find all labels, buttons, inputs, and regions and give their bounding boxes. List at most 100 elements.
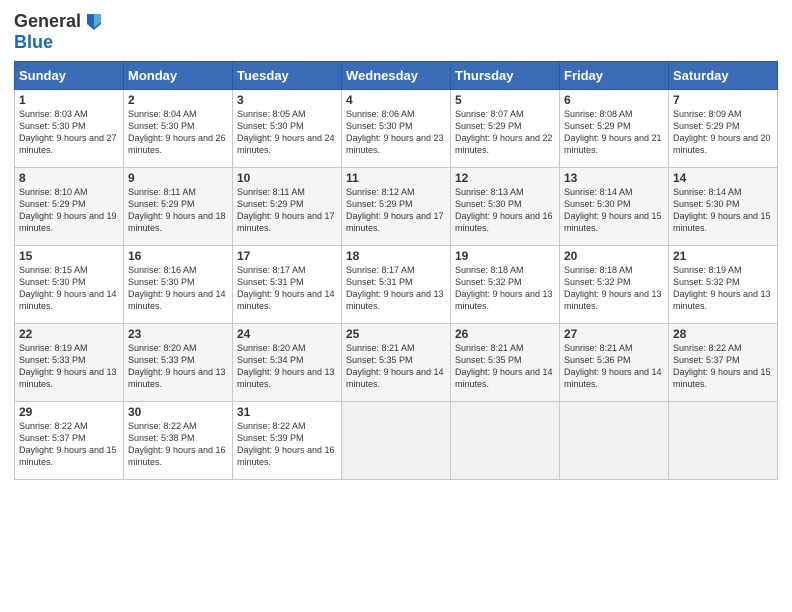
logo-general: General	[14, 11, 81, 32]
day-number: 28	[673, 327, 773, 341]
day-number: 8	[19, 171, 119, 185]
day-detail: Sunrise: 8:12 AM Sunset: 5:29 PM Dayligh…	[346, 187, 444, 233]
day-cell	[342, 402, 451, 480]
day-cell: 14 Sunrise: 8:14 AM Sunset: 5:30 PM Dayli…	[669, 168, 778, 246]
day-number: 27	[564, 327, 664, 341]
day-detail: Sunrise: 8:11 AM Sunset: 5:29 PM Dayligh…	[237, 187, 335, 233]
week-row-4: 22 Sunrise: 8:19 AM Sunset: 5:33 PM Dayli…	[15, 324, 778, 402]
calendar-table: SundayMondayTuesdayWednesdayThursdayFrid…	[14, 61, 778, 480]
day-detail: Sunrise: 8:16 AM Sunset: 5:30 PM Dayligh…	[128, 265, 226, 311]
day-number: 31	[237, 405, 337, 419]
day-detail: Sunrise: 8:13 AM Sunset: 5:30 PM Dayligh…	[455, 187, 553, 233]
day-detail: Sunrise: 8:22 AM Sunset: 5:37 PM Dayligh…	[19, 421, 117, 467]
day-number: 18	[346, 249, 446, 263]
day-cell: 27 Sunrise: 8:21 AM Sunset: 5:36 PM Dayli…	[560, 324, 669, 402]
day-number: 29	[19, 405, 119, 419]
weekday-friday: Friday	[560, 62, 669, 90]
day-detail: Sunrise: 8:19 AM Sunset: 5:32 PM Dayligh…	[673, 265, 771, 311]
day-cell: 1 Sunrise: 8:03 AM Sunset: 5:30 PM Daylig…	[15, 90, 124, 168]
day-detail: Sunrise: 8:21 AM Sunset: 5:35 PM Dayligh…	[346, 343, 444, 389]
day-detail: Sunrise: 8:21 AM Sunset: 5:36 PM Dayligh…	[564, 343, 662, 389]
day-detail: Sunrise: 8:14 AM Sunset: 5:30 PM Dayligh…	[673, 187, 771, 233]
day-detail: Sunrise: 8:04 AM Sunset: 5:30 PM Dayligh…	[128, 109, 226, 155]
day-cell: 29 Sunrise: 8:22 AM Sunset: 5:37 PM Dayli…	[15, 402, 124, 480]
weekday-saturday: Saturday	[669, 62, 778, 90]
day-detail: Sunrise: 8:09 AM Sunset: 5:29 PM Dayligh…	[673, 109, 771, 155]
day-detail: Sunrise: 8:22 AM Sunset: 5:38 PM Dayligh…	[128, 421, 226, 467]
day-detail: Sunrise: 8:22 AM Sunset: 5:37 PM Dayligh…	[673, 343, 771, 389]
day-cell: 21Sunrise: 8:19 AM Sunset: 5:32 PM Dayli…	[669, 246, 778, 324]
day-number: 22	[19, 327, 119, 341]
day-cell: 15 Sunrise: 8:15 AM Sunset: 5:30 PM Dayli…	[15, 246, 124, 324]
day-number: 25	[346, 327, 446, 341]
day-number: 17	[237, 249, 337, 263]
day-number: 7	[673, 93, 773, 107]
logo: GeneralBlue	[14, 10, 105, 53]
weekday-header-row: SundayMondayTuesdayWednesdayThursdayFrid…	[15, 62, 778, 90]
day-cell: 11 Sunrise: 8:12 AM Sunset: 5:29 PM Dayli…	[342, 168, 451, 246]
weekday-tuesday: Tuesday	[233, 62, 342, 90]
page-container: GeneralBlue SundayMondayTuesdayWednesday…	[0, 0, 792, 488]
day-detail: Sunrise: 8:03 AM Sunset: 5:30 PM Dayligh…	[19, 109, 117, 155]
day-detail: Sunrise: 8:22 AM Sunset: 5:39 PM Dayligh…	[237, 421, 335, 467]
day-cell: 9Sunrise: 8:11 AM Sunset: 5:29 PM Daylig…	[124, 168, 233, 246]
day-number: 19	[455, 249, 555, 263]
day-number: 10	[237, 171, 337, 185]
day-detail: Sunrise: 8:11 AM Sunset: 5:29 PM Dayligh…	[128, 187, 226, 233]
day-cell: 30 Sunrise: 8:22 AM Sunset: 5:38 PM Dayli…	[124, 402, 233, 480]
day-cell: 4Sunrise: 8:06 AM Sunset: 5:30 PM Daylig…	[342, 90, 451, 168]
day-cell: 25 Sunrise: 8:21 AM Sunset: 5:35 PM Dayli…	[342, 324, 451, 402]
day-cell: 16 Sunrise: 8:16 AM Sunset: 5:30 PM Dayli…	[124, 246, 233, 324]
day-cell: 13 Sunrise: 8:14 AM Sunset: 5:30 PM Dayli…	[560, 168, 669, 246]
day-cell: 7 Sunrise: 8:09 AM Sunset: 5:29 PM Daylig…	[669, 90, 778, 168]
week-row-5: 29 Sunrise: 8:22 AM Sunset: 5:37 PM Dayli…	[15, 402, 778, 480]
week-row-1: 1 Sunrise: 8:03 AM Sunset: 5:30 PM Daylig…	[15, 90, 778, 168]
day-detail: Sunrise: 8:06 AM Sunset: 5:30 PM Dayligh…	[346, 109, 444, 155]
day-detail: Sunrise: 8:18 AM Sunset: 5:32 PM Dayligh…	[564, 265, 662, 311]
day-detail: Sunrise: 8:07 AM Sunset: 5:29 PM Dayligh…	[455, 109, 553, 155]
day-cell: 5 Sunrise: 8:07 AM Sunset: 5:29 PM Daylig…	[451, 90, 560, 168]
day-cell: 3 Sunrise: 8:05 AM Sunset: 5:30 PM Daylig…	[233, 90, 342, 168]
day-number: 24	[237, 327, 337, 341]
day-cell: 19 Sunrise: 8:18 AM Sunset: 5:32 PM Dayli…	[451, 246, 560, 324]
day-cell: 12Sunrise: 8:13 AM Sunset: 5:30 PM Dayli…	[451, 168, 560, 246]
day-number: 5	[455, 93, 555, 107]
day-detail: Sunrise: 8:14 AM Sunset: 5:30 PM Dayligh…	[564, 187, 662, 233]
day-cell: 28 Sunrise: 8:22 AM Sunset: 5:37 PM Dayli…	[669, 324, 778, 402]
header-row: GeneralBlue	[14, 10, 778, 53]
day-number: 3	[237, 93, 337, 107]
day-number: 1	[19, 93, 119, 107]
day-cell	[560, 402, 669, 480]
week-row-3: 15 Sunrise: 8:15 AM Sunset: 5:30 PM Dayli…	[15, 246, 778, 324]
week-row-2: 8 Sunrise: 8:10 AM Sunset: 5:29 PM Daylig…	[15, 168, 778, 246]
day-detail: Sunrise: 8:17 AM Sunset: 5:31 PM Dayligh…	[346, 265, 444, 311]
weekday-thursday: Thursday	[451, 62, 560, 90]
day-number: 14	[673, 171, 773, 185]
day-detail: Sunrise: 8:20 AM Sunset: 5:34 PM Dayligh…	[237, 343, 335, 389]
day-cell: 24 Sunrise: 8:20 AM Sunset: 5:34 PM Dayli…	[233, 324, 342, 402]
day-detail: Sunrise: 8:08 AM Sunset: 5:29 PM Dayligh…	[564, 109, 662, 155]
day-detail: Sunrise: 8:18 AM Sunset: 5:32 PM Dayligh…	[455, 265, 553, 311]
day-cell: 23Sunrise: 8:20 AM Sunset: 5:33 PM Dayli…	[124, 324, 233, 402]
day-number: 20	[564, 249, 664, 263]
day-cell: 22 Sunrise: 8:19 AM Sunset: 5:33 PM Dayli…	[15, 324, 124, 402]
day-detail: Sunrise: 8:17 AM Sunset: 5:31 PM Dayligh…	[237, 265, 335, 311]
day-cell: 8 Sunrise: 8:10 AM Sunset: 5:29 PM Daylig…	[15, 168, 124, 246]
day-number: 15	[19, 249, 119, 263]
day-number: 26	[455, 327, 555, 341]
day-cell: 31 Sunrise: 8:22 AM Sunset: 5:39 PM Dayli…	[233, 402, 342, 480]
day-number: 16	[128, 249, 228, 263]
logo-icon	[83, 10, 105, 32]
day-number: 11	[346, 171, 446, 185]
day-number: 13	[564, 171, 664, 185]
day-detail: Sunrise: 8:10 AM Sunset: 5:29 PM Dayligh…	[19, 187, 117, 233]
day-cell: 10 Sunrise: 8:11 AM Sunset: 5:29 PM Dayli…	[233, 168, 342, 246]
day-number: 30	[128, 405, 228, 419]
day-cell	[669, 402, 778, 480]
day-cell: 2Sunrise: 8:04 AM Sunset: 5:30 PM Daylig…	[124, 90, 233, 168]
weekday-sunday: Sunday	[15, 62, 124, 90]
day-detail: Sunrise: 8:19 AM Sunset: 5:33 PM Dayligh…	[19, 343, 117, 389]
day-detail: Sunrise: 8:15 AM Sunset: 5:30 PM Dayligh…	[19, 265, 117, 311]
day-cell: 26Sunrise: 8:21 AM Sunset: 5:35 PM Dayli…	[451, 324, 560, 402]
day-detail: Sunrise: 8:05 AM Sunset: 5:30 PM Dayligh…	[237, 109, 335, 155]
